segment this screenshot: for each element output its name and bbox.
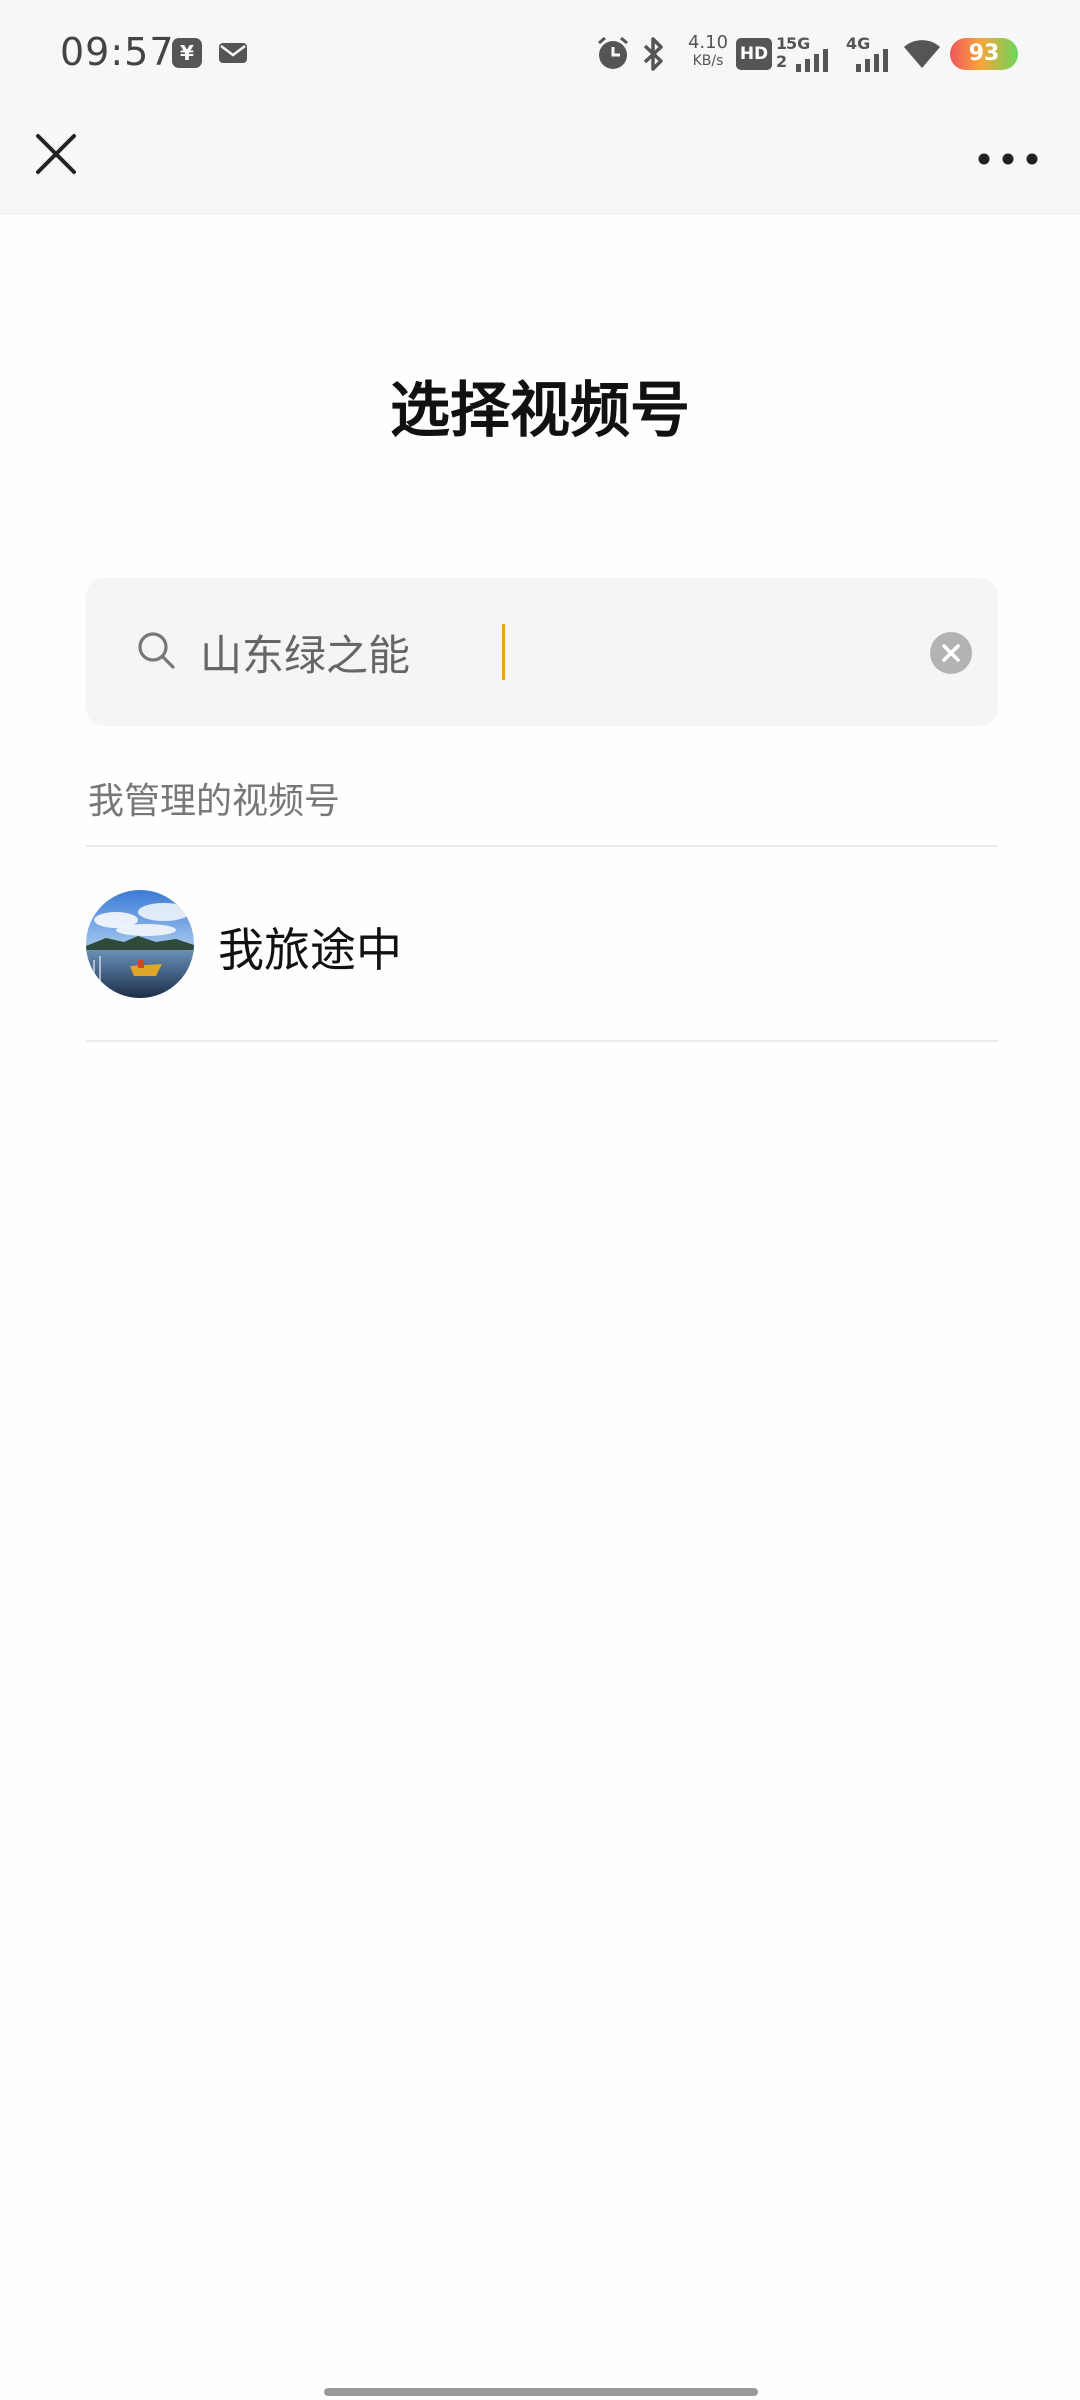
clear-icon bbox=[942, 644, 960, 662]
section-divider bbox=[86, 845, 998, 847]
mail-icon bbox=[218, 38, 248, 68]
list-divider bbox=[86, 1040, 998, 1042]
battery-icon: 93 bbox=[950, 38, 1018, 70]
clear-button[interactable] bbox=[930, 632, 972, 674]
alarm-icon bbox=[596, 36, 630, 76]
text-caret bbox=[502, 624, 505, 680]
more-dots-icon bbox=[978, 153, 1038, 165]
wifi-icon bbox=[902, 38, 942, 74]
search-input[interactable] bbox=[200, 620, 880, 684]
net-speed: 4.10 KB/s bbox=[684, 34, 732, 70]
hd-icon: HD 1 2 bbox=[736, 34, 790, 72]
channel-name: 我旅途中 bbox=[218, 923, 402, 977]
top-bar bbox=[0, 106, 1080, 214]
net-speed-value: 4.10 bbox=[687, 32, 729, 53]
signal-4g-icon: 4G bbox=[846, 34, 896, 74]
status-time: 09:57 bbox=[60, 30, 175, 74]
net-speed-unit: KB/s bbox=[692, 53, 724, 69]
more-button[interactable] bbox=[970, 126, 1046, 192]
section-label: 我管理的视频号 bbox=[88, 781, 341, 822]
search-icon bbox=[138, 632, 175, 669]
bluetooth-icon bbox=[640, 36, 668, 76]
close-icon bbox=[36, 134, 76, 174]
close-button[interactable] bbox=[28, 126, 94, 192]
page: 09:57 ¥ 4.10 KB/s HD 1 2 5G 4G 93 选择视频号 … bbox=[0, 0, 1080, 2400]
search-box[interactable] bbox=[86, 578, 998, 726]
avatar bbox=[86, 890, 194, 998]
hd-label: HD bbox=[736, 38, 772, 70]
lake-landscape-avatar bbox=[86, 890, 194, 998]
yuan-app-icon: ¥ bbox=[172, 38, 202, 68]
status-bar: 09:57 ¥ 4.10 KB/s HD 1 2 5G 4G 93 bbox=[0, 0, 1080, 106]
home-indicator[interactable] bbox=[324, 2388, 758, 2396]
signal-5g-icon: 5G bbox=[786, 34, 836, 74]
page-title: 选择视频号 bbox=[390, 376, 690, 446]
channel-list-item[interactable]: 我旅途中 bbox=[86, 848, 998, 1040]
